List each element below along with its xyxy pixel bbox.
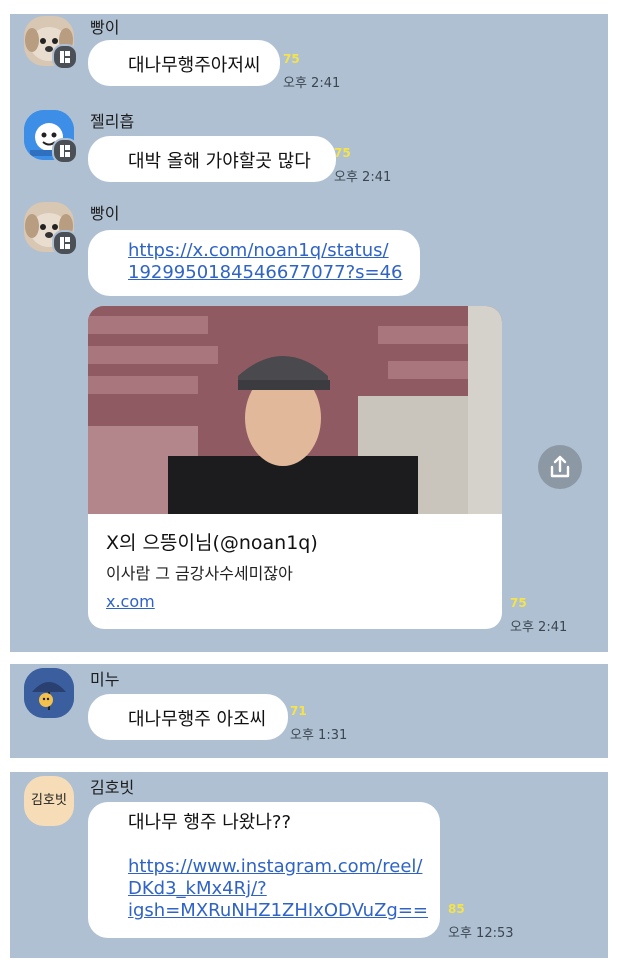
message-text: 대나무 행주 나왔나?? xyxy=(128,812,292,833)
preview-title: X의 으뜽이님(@noan1q) xyxy=(106,532,318,554)
message-time: 오후 2:41 xyxy=(283,76,341,91)
unread-count: 75 xyxy=(510,596,527,610)
message-link[interactable]: 1929950184546677077?s=46 xyxy=(128,262,420,284)
unread-count: 71 xyxy=(290,704,307,718)
avatar-label: 김호빗 xyxy=(31,793,67,808)
message-link[interactable]: DKd3_kMx4Rj/? xyxy=(128,878,440,900)
chat-badge-icon xyxy=(52,230,78,256)
avatar-minu[interactable] xyxy=(24,668,74,718)
sender-name: 빵이 xyxy=(90,18,120,37)
sender-name: 김호빗 xyxy=(90,778,135,797)
person-photo-icon xyxy=(88,306,502,514)
link-message-bubble[interactable]: https://x.com/noan1q/status/ 19299501845… xyxy=(88,230,420,296)
message-time: 오후 2:41 xyxy=(334,170,392,185)
message-text: 대나무행주아저씨 xyxy=(128,55,261,76)
message-time: 오후 1:31 xyxy=(290,728,348,743)
chat-badge-icon xyxy=(52,44,78,70)
sender-name: 젤리흡 xyxy=(90,112,135,131)
message-bubble[interactable]: 대박 올해 가야할곳 많다 xyxy=(88,136,336,182)
message-bubble[interactable]: 대나무행주 아조씨 xyxy=(88,694,288,740)
message-time: 오후 12:53 xyxy=(448,926,514,941)
chat-panel-1: 빵이 대나무행주아저씨 75 오후 2:41 젤리흡 대박 올해 가야할곳 많다… xyxy=(10,14,608,652)
preview-description: 이사람 그 금강사수세미잖아 xyxy=(106,564,293,583)
share-button[interactable] xyxy=(538,445,582,489)
preview-image xyxy=(88,306,502,514)
preview-domain[interactable]: x.com xyxy=(106,591,155,613)
unread-count: 85 xyxy=(448,902,465,916)
message-bubble[interactable]: 대나무 행주 나왔나?? https://www.instagram.com/r… xyxy=(88,802,440,938)
message-text: 대박 올해 가야할곳 많다 xyxy=(128,151,311,172)
message-bubble[interactable]: 대나무행주아저씨 xyxy=(88,40,280,86)
message-text: 대나무행주 아조씨 xyxy=(128,709,267,730)
chat-panel-2: 미누 대나무행주 아조씨 71 오후 1:31 xyxy=(10,664,608,758)
avatar-kimhobit[interactable]: 김호빗 xyxy=(24,776,74,826)
umbrella-character-icon xyxy=(24,668,74,718)
chat-badge-icon xyxy=(52,138,78,164)
message-time: 오후 2:41 xyxy=(510,620,568,635)
message-link[interactable]: https://x.com/noan1q/status/ xyxy=(128,240,420,262)
link-preview-card[interactable]: X의 으뜽이님(@noan1q) 이사람 그 금강사수세미잖아 x.com xyxy=(88,306,502,629)
unread-count: 75 xyxy=(283,52,300,66)
sender-name: 빵이 xyxy=(90,204,120,223)
message-link[interactable]: https://www.instagram.com/reel/ xyxy=(128,856,440,878)
chat-panel-3: 김호빗 김호빗 대나무 행주 나왔나?? https://www.instagr… xyxy=(10,772,608,958)
message-link[interactable]: igsh=MXRuNHZ1ZHIxODVuZg== xyxy=(128,900,440,922)
sender-name: 미누 xyxy=(90,670,120,689)
unread-count: 75 xyxy=(334,146,351,160)
share-icon xyxy=(550,455,570,478)
